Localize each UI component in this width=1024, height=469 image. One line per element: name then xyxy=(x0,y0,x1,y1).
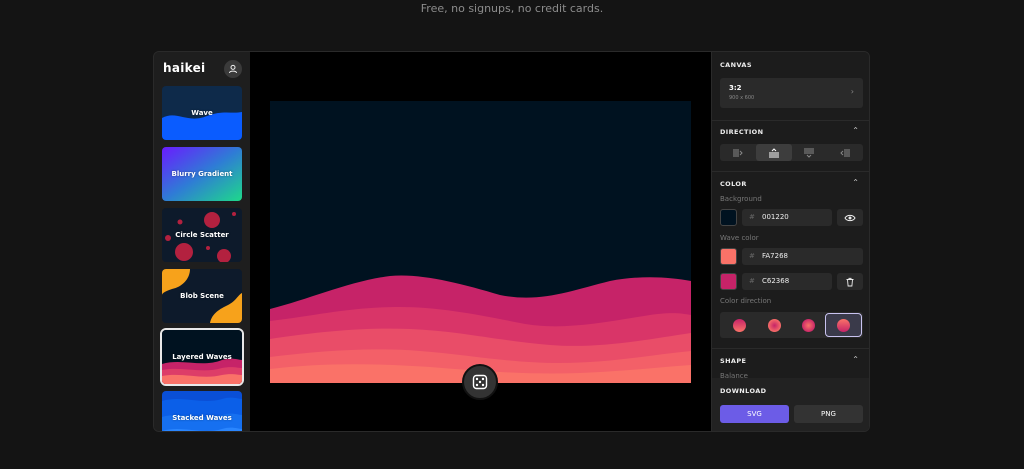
direction-up-button[interactable] xyxy=(755,144,792,161)
generator-stacked-waves[interactable]: Stacked Waves xyxy=(162,391,242,431)
generator-blurry-gradient[interactable]: Blurry Gradient xyxy=(162,147,242,201)
preview-canvas xyxy=(270,101,691,383)
wave-color-swatch-1[interactable] xyxy=(720,248,737,265)
hash-symbol: # xyxy=(749,277,755,285)
color-direction-vertical-button[interactable] xyxy=(722,314,757,336)
shape-section-title: SHAPE xyxy=(720,357,747,365)
delete-color-button[interactable] xyxy=(837,273,863,290)
download-section: DOWNLOAD SVG PNG xyxy=(712,378,869,431)
canvas-dimensions: 900 x 600 xyxy=(729,95,755,101)
wave-up-icon xyxy=(768,147,779,157)
direction-options xyxy=(720,144,863,161)
sidebar: haikei Wave Blurry Gradient Circle Scatt… xyxy=(154,52,250,431)
background-color-swatch[interactable] xyxy=(720,209,737,226)
user-button[interactable] xyxy=(224,60,242,78)
generator-layered-waves[interactable]: Layered Waves xyxy=(160,328,244,386)
tagline: Free, no signups, no credit cards. xyxy=(420,2,604,15)
user-icon xyxy=(229,64,237,74)
chevron-up-icon[interactable]: ⌃ xyxy=(852,126,859,135)
chevron-right-icon: › xyxy=(850,87,854,96)
direction-right-button[interactable] xyxy=(827,144,863,161)
color-direction-radial-inner-button[interactable] xyxy=(792,314,827,336)
dice-icon xyxy=(472,374,488,390)
hash-symbol: # xyxy=(749,252,755,260)
settings-panel: CANVAS 3:2 900 x 600 › DIRECTION ⌃ COLOR… xyxy=(711,52,869,431)
color-direction-label: Color direction xyxy=(720,297,772,305)
generator-circle-scatter[interactable]: Circle Scatter xyxy=(162,208,242,262)
background-hex-value: 001220 xyxy=(762,213,789,221)
logo: haikei xyxy=(163,61,206,75)
eye-icon xyxy=(844,214,856,221)
canvas-section-title: CANVAS xyxy=(720,61,752,69)
gradient-vertical-reverse-icon xyxy=(837,318,851,332)
divider xyxy=(712,120,869,121)
chevron-up-icon[interactable]: ⌃ xyxy=(852,355,859,364)
background-label: Background xyxy=(720,195,762,203)
preview-stage xyxy=(250,52,711,431)
color-direction-radial-outer-button[interactable] xyxy=(757,314,792,336)
direction-section-title: DIRECTION xyxy=(720,128,764,136)
chevron-up-icon[interactable]: ⌃ xyxy=(852,178,859,187)
gradient-radial-inverse-icon xyxy=(802,318,816,332)
color-section-title: COLOR xyxy=(720,180,747,188)
download-png-button[interactable]: PNG xyxy=(794,405,863,423)
wave-color-swatch-2[interactable] xyxy=(720,273,737,290)
background-hex-input[interactable]: # 001220 xyxy=(742,209,832,226)
generator-label: Layered Waves xyxy=(172,353,232,361)
generator-label: Blurry Gradient xyxy=(171,170,233,178)
direction-down-button[interactable] xyxy=(792,144,828,161)
wave-color-hex-input-1[interactable]: # FA7268 xyxy=(742,248,863,265)
generator-wave[interactable]: Wave xyxy=(162,86,242,140)
randomize-button[interactable] xyxy=(462,364,498,400)
download-section-title: DOWNLOAD xyxy=(720,387,767,395)
wave-color-hex-value-1: FA7268 xyxy=(762,252,788,260)
generator-blob-scene[interactable]: Blob Scene xyxy=(162,269,242,323)
divider xyxy=(712,348,869,349)
generator-app: haikei Wave Blurry Gradient Circle Scatt… xyxy=(153,51,870,432)
download-svg-button[interactable]: SVG xyxy=(720,405,789,423)
layered-waves-preview xyxy=(270,275,691,383)
stacked-waves-thumbnail xyxy=(162,391,242,431)
generator-label: Wave xyxy=(191,109,213,117)
wave-right-icon xyxy=(840,148,850,157)
wave-color-hex-value-2: C62368 xyxy=(762,277,790,285)
hash-symbol: # xyxy=(749,213,755,221)
generator-label: Stacked Waves xyxy=(172,414,232,422)
direction-left-button[interactable] xyxy=(720,144,756,161)
color-direction-options xyxy=(720,312,863,338)
canvas-size-selector[interactable]: 3:2 900 x 600 › xyxy=(720,78,863,108)
toggle-background-visibility-button[interactable] xyxy=(837,209,863,226)
trash-icon xyxy=(846,277,854,286)
generator-label: Blob Scene xyxy=(180,292,224,300)
canvas-ratio: 3:2 xyxy=(729,84,742,92)
gradient-radial-icon xyxy=(767,318,781,332)
color-direction-vertical-reverse-button[interactable] xyxy=(825,313,862,337)
wave-color-label: Wave color xyxy=(720,234,759,242)
wave-down-icon xyxy=(804,148,815,158)
generator-list: Wave Blurry Gradient Circle Scatter Blob… xyxy=(160,86,244,431)
generator-label: Circle Scatter xyxy=(175,231,229,239)
gradient-vertical-icon xyxy=(732,318,746,332)
wave-color-hex-input-2[interactable]: # C62368 xyxy=(742,273,832,290)
divider xyxy=(712,171,869,172)
wave-left-icon xyxy=(733,148,743,157)
